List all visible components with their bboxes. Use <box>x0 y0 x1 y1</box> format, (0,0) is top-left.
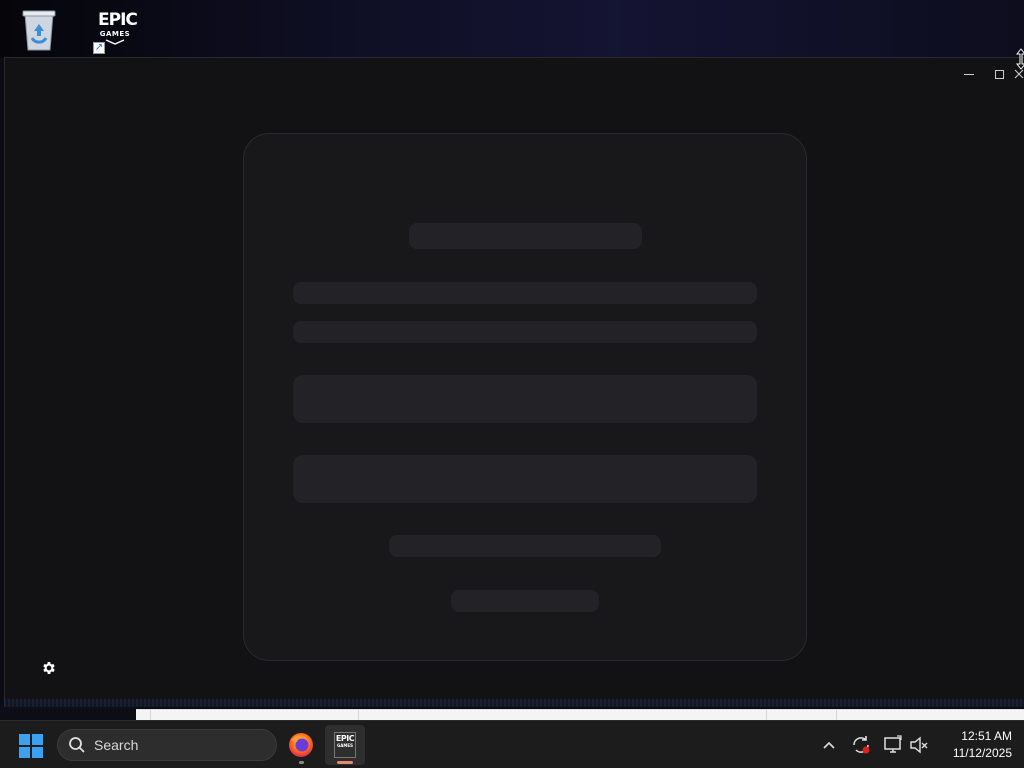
search-icon <box>69 737 85 753</box>
taskbar-search[interactable]: Search <box>57 729 277 761</box>
minimize-icon <box>964 73 974 75</box>
close-icon <box>1014 69 1024 79</box>
desktop-background <box>0 707 136 720</box>
shortcut-arrow-icon: ↗ <box>93 42 105 54</box>
skeleton-line <box>293 321 757 343</box>
running-indicator <box>299 761 304 764</box>
firefox-icon <box>289 733 313 757</box>
volume-muted-icon[interactable] <box>908 734 930 756</box>
skeleton-input <box>293 455 757 503</box>
taskbar: Search EPIC GAMES 12:51 AM 11/12/2025 <box>0 720 1024 768</box>
search-label: Search <box>94 737 139 753</box>
window-controls <box>954 64 1024 84</box>
window-bottom-edge <box>4 699 1024 707</box>
chevron-up-icon[interactable] <box>820 737 838 753</box>
recycle-bin-icon <box>22 10 56 51</box>
maximize-button[interactable] <box>984 64 1014 84</box>
skeleton-title <box>409 223 642 249</box>
epic-games-icon: EPIC GAMES <box>334 732 356 758</box>
epic-games-logo: EPIC GAMES <box>98 12 138 45</box>
background-window-edge <box>136 709 1024 720</box>
active-indicator <box>337 761 353 764</box>
loading-skeleton-card <box>243 133 807 661</box>
desktop-wallpaper <box>0 0 1024 58</box>
clock-time: 12:51 AM <box>961 729 1012 743</box>
resize-cursor-icon <box>1016 48 1024 70</box>
recycle-bin-desktop-icon[interactable] <box>20 8 58 52</box>
clock-date: 11/12/2025 <box>952 746 1012 760</box>
maximize-icon <box>994 69 1004 79</box>
display-icon[interactable] <box>882 734 904 756</box>
system-clock[interactable]: 12:51 AM 11/12/2025 <box>936 728 1012 762</box>
sync-icon[interactable] <box>850 734 872 756</box>
skeleton-input <box>293 375 757 423</box>
taskbar-firefox[interactable] <box>281 725 321 765</box>
minimize-button[interactable] <box>954 64 984 84</box>
skeleton-link <box>451 590 599 612</box>
epic-games-desktop-icon[interactable]: EPIC GAMES ↗ <box>92 8 138 56</box>
taskbar-epic-games[interactable]: EPIC GAMES <box>325 725 365 765</box>
skeleton-button <box>389 535 661 557</box>
skeleton-line <box>293 282 757 304</box>
epic-launcher-window <box>4 57 1024 707</box>
gear-icon[interactable] <box>41 660 57 676</box>
windows-start-button[interactable] <box>18 733 44 759</box>
